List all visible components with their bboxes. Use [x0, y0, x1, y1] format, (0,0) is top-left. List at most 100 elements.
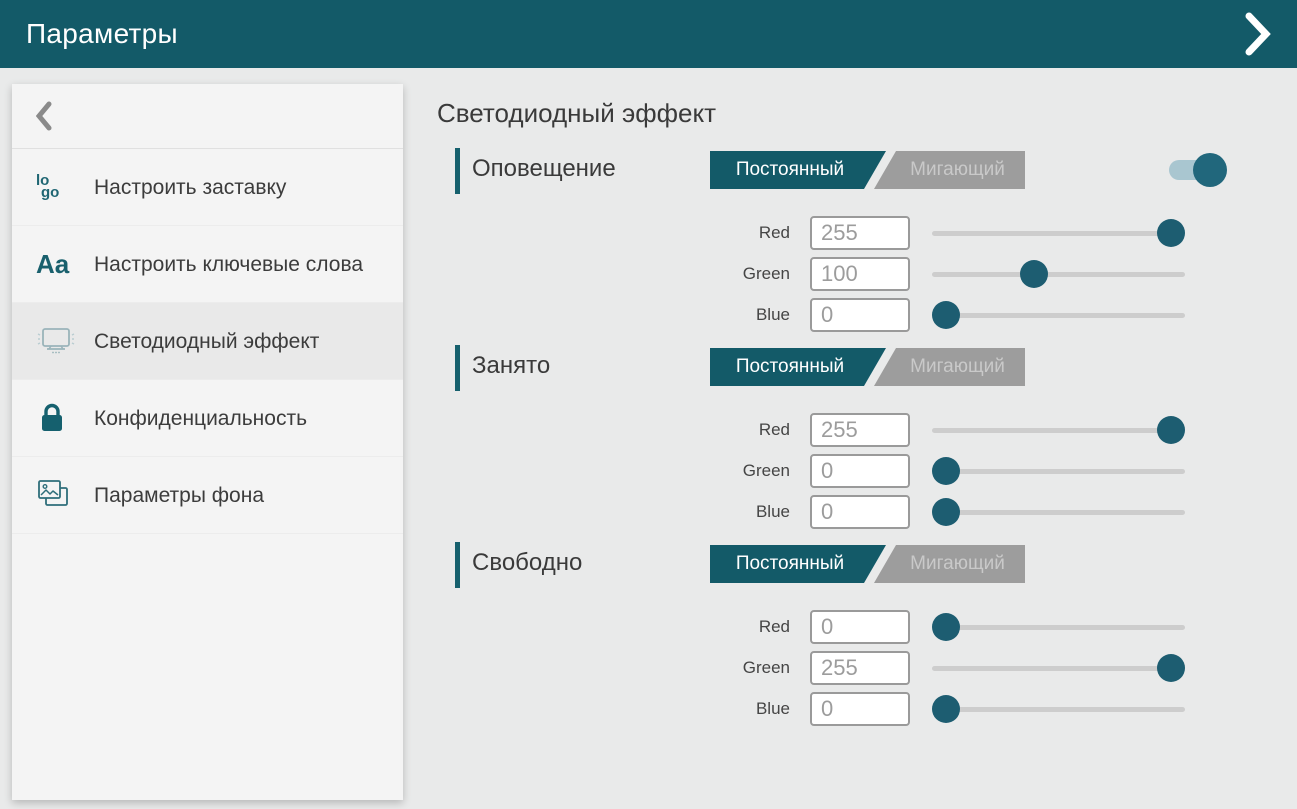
content-title: Светодиодный эффект: [437, 98, 1285, 128]
green-slider[interactable]: [932, 256, 1185, 292]
slider-track: [932, 707, 1185, 712]
blue-value-input[interactable]: [810, 692, 910, 726]
sidebar-item-label: Параметры фона: [94, 482, 264, 509]
section-title: Свободно: [472, 549, 582, 577]
channel-row-green: Green: [437, 256, 1285, 292]
background-images-icon: [36, 478, 82, 512]
logo-icon-text-bottom: go: [41, 187, 59, 199]
led-effect-panel: Светодиодный эффект Оповещение Постоянны…: [437, 84, 1285, 739]
sidebar-item-privacy[interactable]: Конфиденциальность: [12, 380, 403, 457]
green-slider[interactable]: [932, 453, 1185, 489]
chevron-left-icon: [36, 101, 52, 131]
collapse-sidebar-button[interactable]: [12, 84, 403, 149]
section-free: Свободно Постоянный Мигающий Red Green: [437, 542, 1285, 727]
channel-row-green: Green: [437, 650, 1285, 686]
chevron-right-icon: [1245, 12, 1271, 56]
sidebar-item-label: Светодиодный эффект: [94, 328, 319, 355]
section-accent-bar: [455, 148, 460, 194]
section-title: Оповещение: [472, 155, 616, 183]
channel-row-blue: Blue: [437, 297, 1285, 333]
sidebar-item-label: Настроить ключевые слова: [94, 251, 363, 278]
mode-segmented-control: Постоянный Мигающий: [710, 348, 1025, 386]
toggle-knob: [1193, 153, 1227, 187]
slider-thumb[interactable]: [1157, 416, 1185, 444]
blue-value-input[interactable]: [810, 298, 910, 332]
channel-row-red: Red: [437, 412, 1285, 448]
segment-blinking[interactable]: Мигающий: [874, 348, 1025, 386]
sidebar-item-screensaver[interactable]: lo go Настроить заставку: [12, 149, 403, 226]
red-value-input[interactable]: [810, 413, 910, 447]
segment-constant[interactable]: Постоянный: [710, 348, 886, 386]
section-busy: Занято Постоянный Мигающий Red Green: [437, 345, 1285, 530]
red-slider[interactable]: [932, 412, 1185, 448]
slider-track: [932, 272, 1185, 277]
sidebar-item-label: Конфиденциальность: [94, 405, 307, 432]
channel-label: Red: [437, 617, 810, 637]
mode-segmented-control: Постоянный Мигающий: [710, 151, 1025, 189]
section-accent-bar: [455, 345, 460, 391]
channel-label: Green: [437, 658, 810, 678]
sidebar-item-keywords[interactable]: Aa Настроить ключевые слова: [12, 226, 403, 303]
logo-icon: lo go: [36, 175, 82, 199]
slider-track: [932, 510, 1185, 515]
sidebar-item-led-effect[interactable]: Светодиодный эффект: [12, 303, 403, 380]
slider-thumb[interactable]: [932, 301, 960, 329]
slider-thumb[interactable]: [932, 695, 960, 723]
channel-row-blue: Blue: [437, 494, 1285, 530]
channel-row-blue: Blue: [437, 691, 1285, 727]
segment-constant[interactable]: Постоянный: [710, 545, 886, 583]
blue-slider[interactable]: [932, 297, 1185, 333]
slider-thumb[interactable]: [932, 613, 960, 641]
keywords-icon-text: Aa: [36, 249, 69, 280]
blue-slider[interactable]: [932, 691, 1185, 727]
red-slider[interactable]: [932, 215, 1185, 251]
channel-row-red: Red: [437, 609, 1285, 645]
slider-track: [932, 469, 1185, 474]
expand-panel-button[interactable]: [1245, 12, 1271, 56]
segment-blinking[interactable]: Мигающий: [874, 545, 1025, 583]
led-screen-icon: [36, 326, 82, 356]
channel-label: Red: [437, 420, 810, 440]
slider-thumb[interactable]: [932, 457, 960, 485]
notification-led-toggle[interactable]: [1169, 153, 1227, 187]
slider-thumb[interactable]: [1020, 260, 1048, 288]
channel-label: Green: [437, 461, 810, 481]
segment-constant[interactable]: Постоянный: [710, 151, 886, 189]
red-slider[interactable]: [932, 609, 1185, 645]
settings-sidebar: lo go Настроить заставку Aa Настроить кл…: [12, 84, 403, 800]
lock-icon: [36, 402, 82, 434]
section-accent-bar: [455, 542, 460, 588]
channel-label: Blue: [437, 502, 810, 522]
slider-thumb[interactable]: [1157, 654, 1185, 682]
channel-label: Blue: [437, 699, 810, 719]
section-title: Занято: [472, 352, 550, 380]
segment-blinking[interactable]: Мигающий: [874, 151, 1025, 189]
blue-slider[interactable]: [932, 494, 1185, 530]
green-slider[interactable]: [932, 650, 1185, 686]
slider-track: [932, 428, 1185, 433]
sidebar-item-background[interactable]: Параметры фона: [12, 457, 403, 534]
channel-label: Blue: [437, 305, 810, 325]
page-title: Параметры: [26, 18, 178, 50]
slider-track: [932, 313, 1185, 318]
channel-row-green: Green: [437, 453, 1285, 489]
keywords-icon: Aa: [36, 249, 82, 280]
section-notification: Оповещение Постоянный Мигающий Red Green: [437, 148, 1285, 333]
green-value-input[interactable]: [810, 454, 910, 488]
red-value-input[interactable]: [810, 610, 910, 644]
slider-track: [932, 666, 1185, 671]
blue-value-input[interactable]: [810, 495, 910, 529]
red-value-input[interactable]: [810, 216, 910, 250]
channel-label: Red: [437, 223, 810, 243]
slider-track: [932, 231, 1185, 236]
app-header: Параметры: [0, 0, 1297, 68]
channel-row-red: Red: [437, 215, 1285, 251]
sidebar-item-label: Настроить заставку: [94, 174, 286, 201]
mode-segmented-control: Постоянный Мигающий: [710, 545, 1025, 583]
slider-thumb[interactable]: [932, 498, 960, 526]
green-value-input[interactable]: [810, 257, 910, 291]
slider-track: [932, 625, 1185, 630]
green-value-input[interactable]: [810, 651, 910, 685]
slider-thumb[interactable]: [1157, 219, 1185, 247]
channel-label: Green: [437, 264, 810, 284]
